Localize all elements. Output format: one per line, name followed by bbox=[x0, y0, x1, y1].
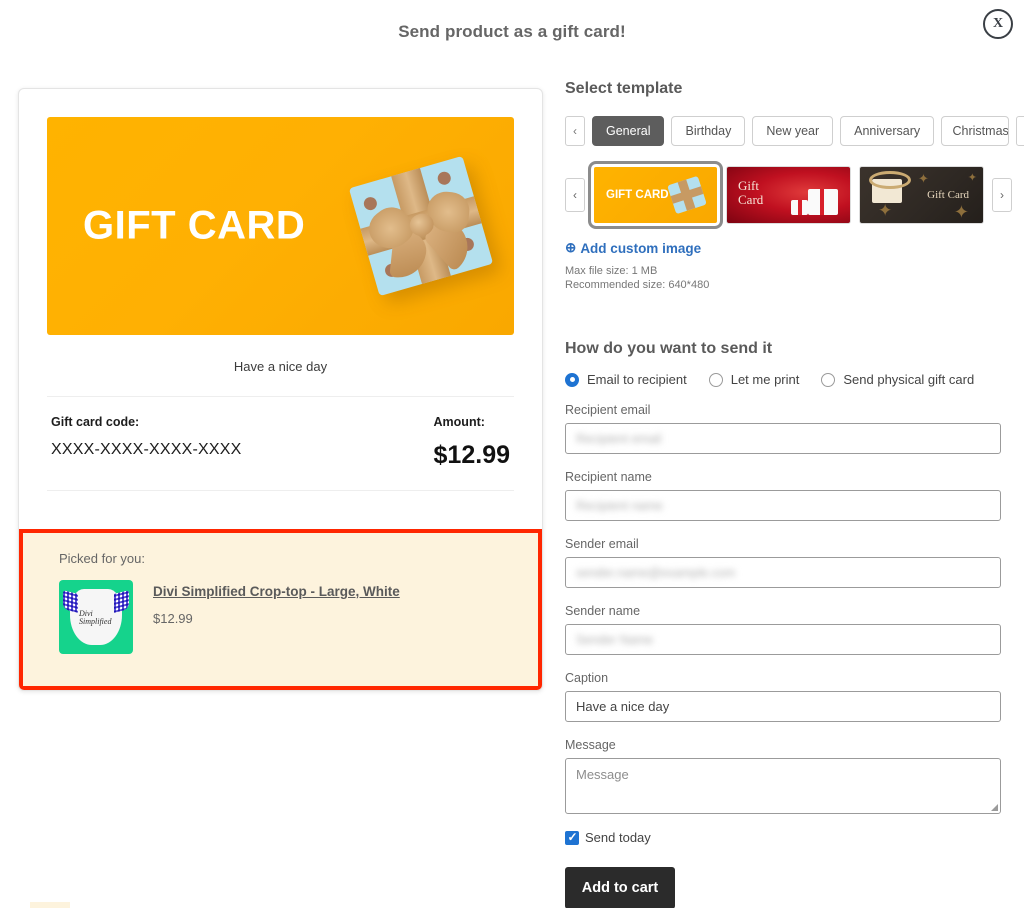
send-method-options: Email to recipient Let me print Send phy… bbox=[565, 372, 1001, 387]
template-thumb-dark[interactable]: ✦ ✦ ✦ ✦ Gift Card bbox=[859, 166, 984, 224]
select-template-title: Select template bbox=[565, 80, 683, 97]
radio-send-physical-gift-card[interactable]: Send physical gift card bbox=[821, 372, 974, 387]
radio-email-to-recipient[interactable]: Email to recipient bbox=[565, 372, 687, 387]
tab-birthday[interactable]: Birthday bbox=[671, 116, 746, 146]
gift-card-modal: Send product as a gift card! X GIFT CARD… bbox=[0, 0, 1024, 908]
tab-new-year[interactable]: New year bbox=[752, 116, 834, 146]
recipient-name-value: Recipient name bbox=[576, 498, 663, 513]
caption-input[interactable]: Have a nice day bbox=[565, 691, 1001, 722]
product-price: $12.99 bbox=[153, 611, 193, 626]
star-icon: ✦ bbox=[878, 201, 893, 220]
gift-card-code-value: XXXX-XXXX-XXXX-XXXX bbox=[51, 441, 242, 458]
message-field-group: Message Message bbox=[565, 738, 1001, 814]
gift-card-code-block: Gift card code: XXXX-XXXX-XXXX-XXXX bbox=[51, 415, 242, 459]
add-to-cart-button[interactable]: Add to cart bbox=[565, 867, 675, 908]
send-today-row[interactable]: Send today bbox=[565, 830, 1001, 845]
gift-card-form-panel: Select template ‹ General Birthday New y… bbox=[565, 80, 1024, 908]
gift-card-code-label: Gift card code: bbox=[51, 415, 140, 429]
gift-boxes-icon bbox=[788, 181, 840, 215]
caption-label: Caption bbox=[565, 671, 609, 685]
product-title-link[interactable]: Divi Simplified Crop-top - Large, White bbox=[153, 584, 400, 599]
gift-box-icon bbox=[667, 175, 707, 215]
radio-label: Let me print bbox=[730, 372, 800, 387]
add-custom-image-label: Add custom image bbox=[580, 240, 702, 256]
message-label: Message bbox=[565, 738, 616, 752]
recommended-size-text: Recommended size: 640*480 bbox=[565, 279, 710, 291]
caption-field-group: Caption Have a nice day bbox=[565, 671, 1001, 722]
caption-value: Have a nice day bbox=[576, 699, 670, 714]
product-thumbnail-script: Divi Simplified bbox=[79, 609, 112, 626]
list-item[interactable]: Divi Simplified Divi Simplified Crop-top … bbox=[59, 580, 538, 654]
radio-indicator bbox=[708, 372, 723, 387]
radio-let-me-print[interactable]: Let me print bbox=[708, 372, 800, 387]
template-thumb-general-yellow[interactable]: GIFT CARD bbox=[588, 161, 723, 229]
product-info: Divi Simplified Crop-top - Large, White … bbox=[153, 580, 400, 626]
template-category-tabs: ‹ General Birthday New year Anniversary … bbox=[565, 116, 1024, 146]
message-textarea[interactable]: Message bbox=[565, 758, 1001, 814]
tab-general[interactable]: General bbox=[592, 116, 665, 146]
recipient-email-label: Recipient email bbox=[565, 403, 651, 417]
recipient-email-field-group: Recipient email Recipient email bbox=[565, 403, 1001, 454]
upload-constraints: Max file size: 1 MB Recommended size: 64… bbox=[565, 264, 1001, 292]
template-thumbnails: ‹ GIFT CARD Gift Card ✦ ✦ ✦ ✦ Gift Card › bbox=[565, 161, 1012, 229]
close-icon[interactable]: X bbox=[983, 9, 1013, 39]
gift-box-illustration bbox=[348, 155, 494, 297]
tabs-next-arrow-icon[interactable]: › bbox=[1016, 116, 1024, 146]
picked-for-you-section: Picked for you: Divi Simplified Divi Simp… bbox=[19, 529, 542, 690]
sender-email-label: Sender email bbox=[565, 537, 639, 551]
product-thumbnail[interactable]: Divi Simplified bbox=[59, 580, 133, 654]
amount-label: Amount: bbox=[433, 415, 485, 429]
sender-name-field-group: Sender name Sender Name bbox=[565, 604, 1001, 655]
template-thumb-label: GIFT CARD bbox=[606, 189, 669, 201]
gift-card-details: Gift card code: XXXX-XXXX-XXXX-XXXX Amou… bbox=[47, 396, 514, 491]
gift-card-banner-text: GIFT CARD bbox=[83, 203, 306, 248]
recipient-name-input[interactable]: Recipient name bbox=[565, 490, 1001, 521]
radio-label: Send physical gift card bbox=[843, 372, 975, 387]
picked-for-you-label: Picked for you: bbox=[59, 551, 145, 566]
sender-name-input[interactable]: Sender Name bbox=[565, 624, 1001, 655]
tab-christmas[interactable]: Christmas bbox=[941, 116, 1010, 146]
star-icon: ✦ bbox=[918, 171, 929, 186]
template-thumb-label: Gift Card bbox=[738, 178, 764, 207]
amount-value: $12.99 bbox=[433, 441, 510, 469]
send-today-label: Send today bbox=[585, 830, 651, 845]
star-icon: ✦ bbox=[967, 172, 977, 184]
tab-anniversary[interactable]: Anniversary bbox=[840, 116, 935, 146]
radio-indicator bbox=[821, 372, 836, 387]
gift-card-preview: GIFT CARD Have a nice day Gift card code… bbox=[18, 88, 543, 691]
page-bottom-sliver bbox=[30, 902, 70, 908]
gift-card-amount-block: Amount: $12.99 bbox=[434, 415, 510, 470]
template-thumb-label: Gift Card bbox=[927, 189, 969, 201]
star-icon: ✦ bbox=[953, 202, 969, 222]
sender-name-value: Sender Name bbox=[576, 632, 654, 647]
recipient-name-field-group: Recipient name Recipient name bbox=[565, 470, 1001, 521]
plus-circle-icon: ⊕ bbox=[565, 240, 577, 255]
gift-card-banner-image: GIFT CARD bbox=[47, 117, 514, 335]
recipient-email-value: Recipient email bbox=[576, 431, 662, 446]
max-file-size-text: Max file size: 1 MB bbox=[565, 265, 658, 277]
template-thumb-red[interactable]: Gift Card bbox=[726, 166, 851, 224]
tabs-prev-arrow-icon[interactable]: ‹ bbox=[565, 116, 585, 146]
sender-email-value: sender.name@example.com bbox=[576, 565, 736, 580]
send-method-title: How do you want to send it bbox=[565, 340, 773, 357]
thumbs-next-arrow-icon[interactable]: › bbox=[992, 178, 1012, 212]
sender-email-field-group: Sender email sender.name@example.com bbox=[565, 537, 1001, 588]
recipient-name-label: Recipient name bbox=[565, 470, 652, 484]
preview-caption: Have a nice day bbox=[233, 359, 328, 374]
recipient-email-input[interactable]: Recipient email bbox=[565, 423, 1001, 454]
send-today-checkbox[interactable] bbox=[565, 830, 579, 845]
sender-name-label: Sender name bbox=[565, 604, 641, 618]
gift-box-icon bbox=[869, 171, 911, 203]
message-placeholder: Message bbox=[576, 767, 629, 782]
sender-email-input[interactable]: sender.name@example.com bbox=[565, 557, 1001, 588]
radio-indicator bbox=[565, 372, 579, 387]
page-title: Send product as a gift card! bbox=[398, 22, 626, 41]
add-custom-image-link[interactable]: ⊕ Add custom image bbox=[565, 240, 1001, 256]
thumbs-prev-arrow-icon[interactable]: ‹ bbox=[565, 178, 585, 212]
radio-label: Email to recipient bbox=[587, 372, 687, 387]
